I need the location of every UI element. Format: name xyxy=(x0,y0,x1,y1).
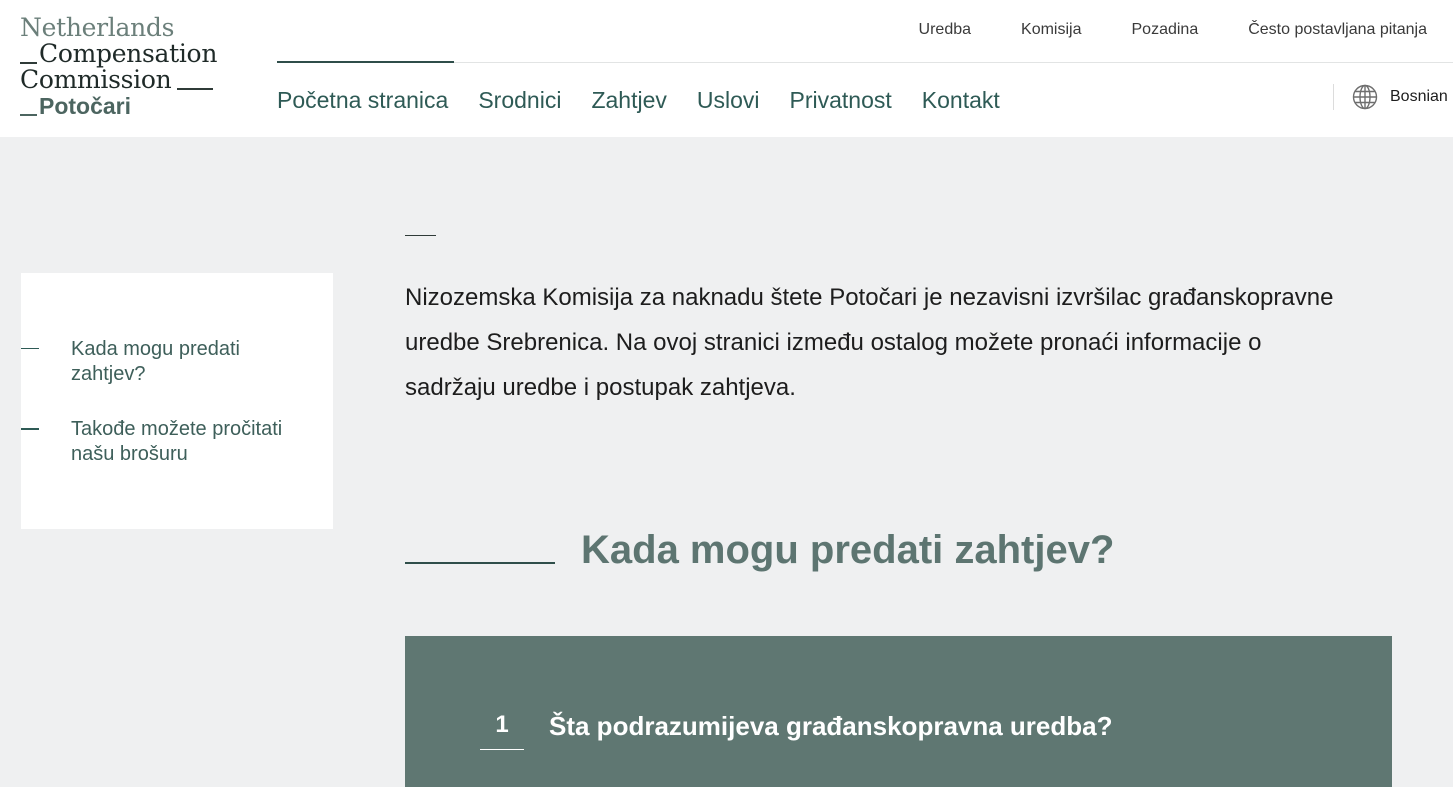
logo-line-potocari: Potočari xyxy=(20,92,131,120)
sidebar-item-label: Kada mogu predati zahtjev? xyxy=(71,338,241,385)
sidebar-item-label: Takođe možete pročitati našu brošuru xyxy=(71,418,283,465)
site-header: Netherlands Compensation Commission Poto… xyxy=(0,0,1453,137)
logo-line-netherlands: Netherlands xyxy=(20,13,175,42)
logo-text-compensation: Compensation xyxy=(39,39,218,68)
faq-item[interactable]: 1 Šta podrazumijeva građanskopravna ured… xyxy=(405,636,1392,787)
logo-dash xyxy=(177,88,213,90)
faq-number: 1 xyxy=(495,711,509,738)
site-logo[interactable]: Netherlands Compensation Commission Poto… xyxy=(20,14,220,124)
sidebar-toc: Kada mogu predati zahtjev? Takođe možete… xyxy=(21,273,333,529)
logo-line-compensation: Compensation xyxy=(20,40,217,68)
top-nav-uredba[interactable]: Uredba xyxy=(919,20,971,40)
sidebar-marker xyxy=(21,348,39,349)
top-nav-pozadina[interactable]: Pozadina xyxy=(1132,20,1199,40)
main-nav-privatnost[interactable]: Privatnost xyxy=(790,86,892,114)
logo-line-commission: Commission xyxy=(20,65,172,94)
main-nav-zahtjev[interactable]: Zahtjev xyxy=(591,86,666,114)
top-nav-komisija[interactable]: Komisija xyxy=(1021,20,1081,40)
section-rule xyxy=(405,562,555,564)
language-label: Bosnian xyxy=(1390,88,1448,105)
main-nav: Početna stranica Srodnici Zahtjev Uslovi… xyxy=(277,86,1000,114)
language-switcher[interactable]: Bosnian xyxy=(1333,84,1448,110)
faq-question: Šta podrazumijeva građanskopravna uredba… xyxy=(549,711,1113,741)
top-nav-faq[interactable]: Često postavljana pitanja xyxy=(1248,20,1427,40)
main-nav-uslovi[interactable]: Uslovi xyxy=(697,86,760,114)
main-nav-pocetna[interactable]: Početna stranica xyxy=(277,86,448,114)
main-nav-srodnici[interactable]: Srodnici xyxy=(478,86,561,114)
globe-icon xyxy=(1352,84,1378,110)
main-nav-kontakt[interactable]: Kontakt xyxy=(922,86,1000,114)
active-nav-indicator xyxy=(277,61,454,63)
logo-text-potocari: Potočari xyxy=(39,93,132,119)
top-nav: Uredba Komisija Pozadina Često postavlja… xyxy=(919,20,1427,40)
sidebar-marker xyxy=(21,428,39,430)
intro-rule xyxy=(405,235,436,236)
section-title: Kada mogu predati zahtjev? xyxy=(581,528,1115,572)
intro-text: Nizozemska Komisija za naknadu štete Pot… xyxy=(405,284,1334,401)
faq-number-underline xyxy=(480,749,524,750)
